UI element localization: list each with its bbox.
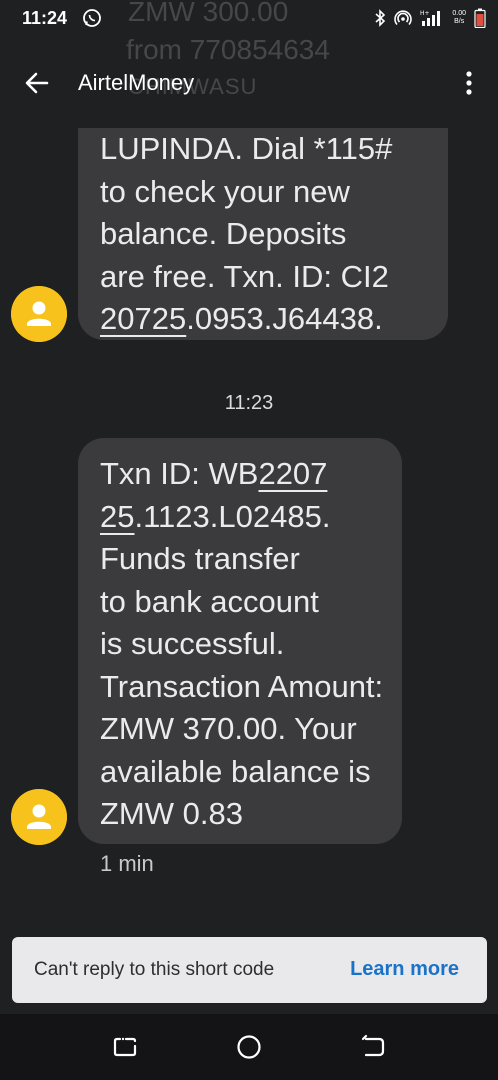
sender-avatar[interactable]	[11, 286, 67, 342]
background-notification-line: ZMW 300.00	[128, 0, 289, 27]
sender-avatar[interactable]	[11, 789, 67, 845]
battery-icon	[474, 8, 486, 28]
signal-icon: H+	[420, 10, 441, 26]
message-line: is successful.	[100, 626, 285, 661]
detected-number-link[interactable]: 2207	[258, 456, 327, 491]
message-timestamp: 11:23	[224, 392, 274, 414]
message-line: available balance is	[100, 753, 371, 789]
message-line: LUPINDA. Dial *115#	[100, 131, 393, 166]
message-text: Txn ID: WB	[100, 456, 259, 491]
network-speed: 0.00 B/s	[452, 10, 466, 26]
status-bar: ZMW 300.00 from 770854634 CHIMWASU 11:24…	[0, 0, 498, 99]
reply-unavailable-text: Can't reply to this short code	[34, 959, 275, 980]
message-line: ZMW 0.83	[100, 796, 243, 831]
detected-number-link[interactable]: 25	[100, 499, 134, 534]
status-icons: H+ 0.00 B/s	[374, 7, 486, 29]
network-speed-value: 0.00	[452, 10, 466, 17]
message-line: to bank account	[100, 583, 319, 619]
network-speed-unit: B/s	[454, 18, 465, 25]
message-line: Txn ID: WB2207	[100, 453, 378, 496]
message-line: 20725.0953.J64438.	[100, 298, 424, 341]
status-time: 11:24	[22, 8, 68, 28]
back-nav-icon[interactable]	[358, 1032, 388, 1062]
message-text: are free. Txn. ID: CI2	[100, 258, 389, 294]
whatsapp-icon	[83, 9, 101, 27]
message-line: Funds transfer	[100, 541, 300, 576]
message-bubble[interactable]: LUPINDA. Dial *115# to check your new ba…	[78, 128, 448, 340]
back-arrow-icon[interactable]	[22, 68, 52, 98]
message-text: .0953.J64438.	[186, 301, 383, 336]
bluetooth-icon	[375, 9, 386, 27]
message-line: to check your new	[100, 173, 350, 209]
hotspot-icon	[394, 10, 413, 26]
message-line: Transaction Amount:	[100, 668, 384, 704]
app-bar: AirtelMoney	[0, 48, 498, 118]
message-text: .1123.L02485.	[134, 498, 331, 534]
person-icon	[32, 301, 46, 315]
home-icon[interactable]	[234, 1032, 264, 1062]
conversation-title: AirtelMoney	[78, 70, 195, 95]
detected-number-link[interactable]: 20725	[100, 301, 186, 336]
message-line: 25.1123.L02485.	[100, 496, 378, 539]
more-options-icon[interactable]	[458, 68, 480, 98]
person-icon	[32, 804, 46, 818]
message-line: balance. Deposits	[100, 216, 347, 251]
message-line: are free. Txn. ID: CI2	[100, 256, 424, 299]
network-type: H+	[420, 10, 430, 17]
reply-unavailable-banner: Can't reply to this short code Learn mor…	[12, 937, 487, 1003]
message-line: ZMW 370.00. Your	[100, 711, 357, 746]
system-navigation-bar	[0, 1014, 498, 1080]
recent-apps-icon[interactable]	[110, 1032, 140, 1062]
message-time-ago: 1 min	[100, 851, 154, 876]
message-bubble[interactable]: Txn ID: WB2207 25.1123.L02485. Funds tra…	[78, 438, 402, 844]
learn-more-link[interactable]: Learn more	[350, 958, 459, 981]
